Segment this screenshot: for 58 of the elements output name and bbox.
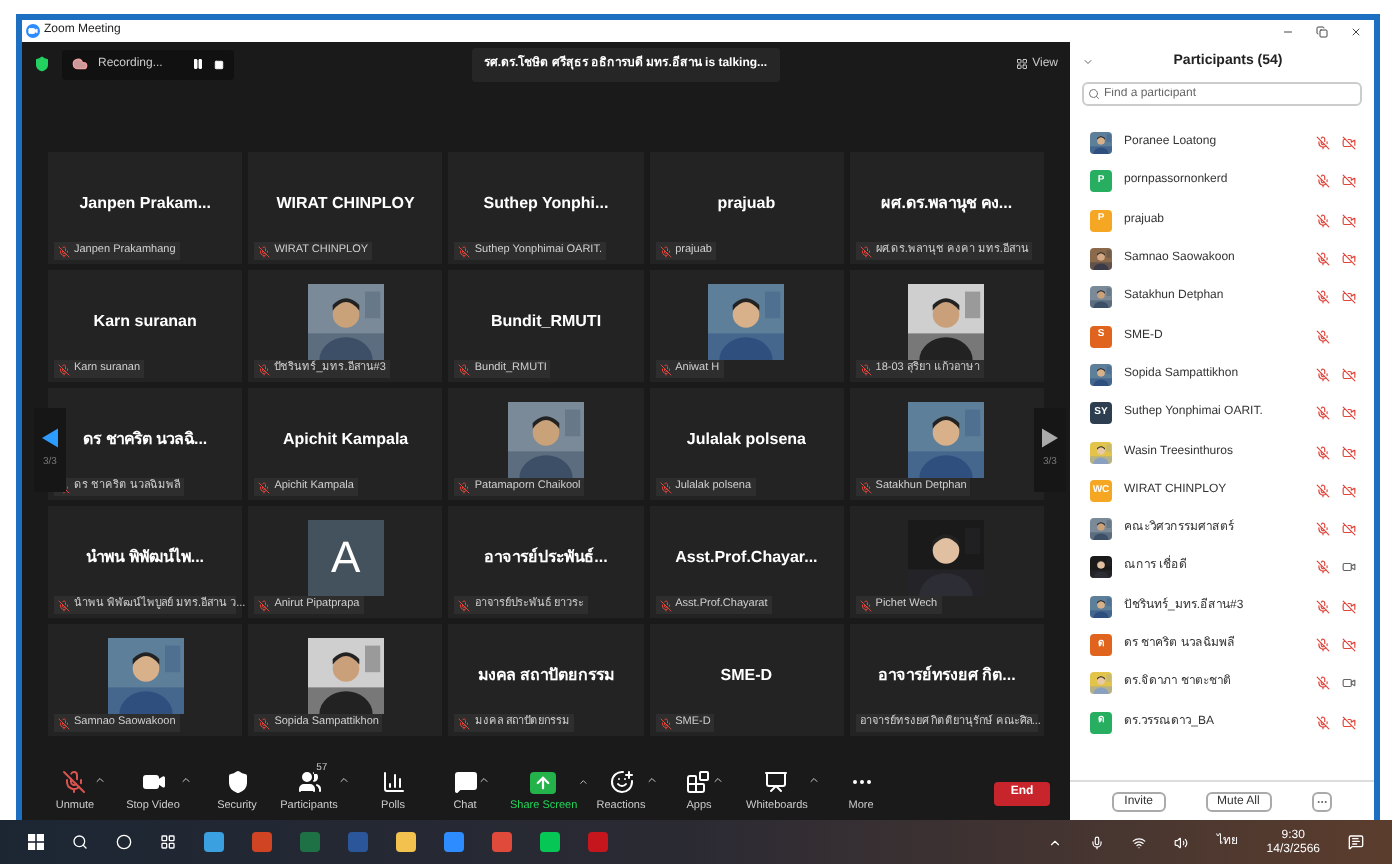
network-icon[interactable] (1132, 835, 1147, 849)
participant-display-name: อาจารย์ทรงยศ กิต... (877, 663, 1016, 687)
participant-display-name: Julalak polsena (686, 427, 806, 451)
bar-chart-icon (381, 770, 405, 795)
participant-display-name: อาจารย์ประพันธ์... (484, 545, 608, 569)
share-screen-icon (530, 771, 557, 794)
speaker-icon[interactable] (1174, 835, 1189, 849)
collapse-icon[interactable] (1082, 56, 1094, 68)
apps-icon (686, 770, 711, 795)
microphone-icon[interactable] (1090, 835, 1105, 849)
app-icon[interactable] (300, 832, 320, 852)
participant-display-name: Janpen Prakam... (79, 191, 211, 215)
pause-icon[interactable] (192, 58, 205, 70)
restore-icon[interactable] (1316, 25, 1328, 37)
participant-display-name: Bundit_RMUTI (490, 309, 602, 333)
windows-logo-icon[interactable] (28, 834, 44, 850)
minimize-icon[interactable] (1282, 25, 1294, 37)
close-icon[interactable] (1350, 25, 1362, 37)
caret-icon[interactable] (577, 775, 588, 788)
cloud-icon (72, 56, 88, 72)
notifications-icon[interactable] (1348, 834, 1364, 850)
shield-icon (225, 770, 249, 795)
video-camera-icon (141, 770, 165, 795)
participant-display-name: Karn suranan (93, 309, 197, 333)
app-icon[interactable] (396, 832, 416, 852)
muted-microphone-icon (62, 770, 87, 795)
chat-icon (453, 770, 477, 795)
search-icon (1088, 88, 1100, 100)
participant-display-name: Suthep Yonphi... (483, 191, 609, 215)
shield-icon (34, 56, 50, 72)
participant-display-name: WIRAT CHINPLOY (276, 191, 415, 215)
participant-display-name: ดร ชาคริต นวลฉิ... (83, 427, 208, 451)
participant-display-name: SME-D (720, 663, 773, 687)
app-icon[interactable] (444, 832, 464, 852)
letter-avatar: A (307, 519, 384, 595)
app-icon[interactable] (252, 832, 272, 852)
participant-display-name: prajuab (717, 191, 776, 215)
whiteboard-icon (764, 770, 789, 795)
app-icon[interactable] (540, 832, 560, 852)
circle-icon[interactable] (116, 834, 132, 850)
app-icon[interactable] (492, 832, 512, 852)
app-icon[interactable] (204, 832, 224, 852)
search-icon[interactable] (72, 834, 88, 850)
left-triangle-icon (42, 428, 58, 449)
participant-display-name: ผศ.ดร.พลานุช คง... (881, 191, 1013, 215)
participant-display-name: Apichit Kampala (282, 427, 409, 451)
smiley-plus-icon (609, 770, 633, 795)
participant-display-name: นำพน พิพัฒน์ไพ... (86, 545, 205, 569)
grid-icon (1016, 58, 1029, 70)
caret-icon[interactable] (1048, 835, 1063, 849)
participant-display-name: มงคล สถาปัตยกรรม (477, 663, 615, 687)
participant-display-name: Asst.Prof.Chayar... (675, 545, 818, 569)
task-view-icon[interactable] (160, 834, 176, 850)
more-options-button[interactable] (1311, 791, 1332, 811)
people-icon (297, 770, 321, 795)
right-triangle-icon (1042, 428, 1058, 449)
app-icon[interactable] (588, 832, 608, 852)
stop-icon[interactable] (214, 59, 225, 69)
